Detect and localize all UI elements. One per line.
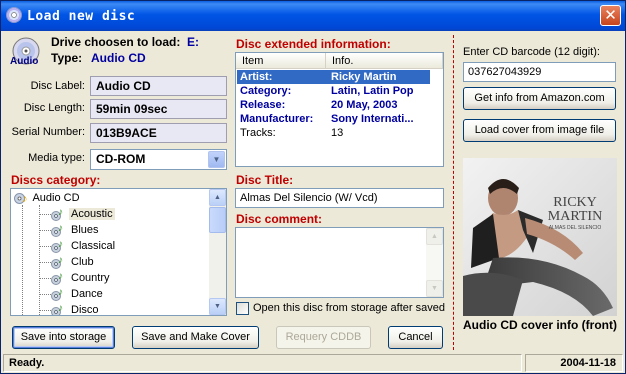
media-type-label: Media type: bbox=[28, 152, 85, 164]
music-disc-icon: ♪ bbox=[51, 223, 66, 237]
scroll-down-icon[interactable]: ▼ bbox=[426, 280, 443, 297]
requery-cddb-button[interactable]: Requery CDDB bbox=[276, 326, 371, 349]
open-storage-checkbox[interactable] bbox=[236, 302, 249, 315]
tree-item[interactable]: ♪ Acoustic bbox=[51, 206, 115, 222]
row-info: Ricky Martin bbox=[331, 71, 397, 83]
row-info: Latin, Latin Pop bbox=[331, 85, 414, 97]
extended-info-table[interactable]: Item Info. Artist: Ricky Martin Category… bbox=[235, 52, 444, 167]
disc-label-field: Audio CD bbox=[90, 76, 227, 96]
tree-root[interactable]: ♪ Audio CD bbox=[14, 190, 80, 206]
music-disc-icon: ♪ bbox=[51, 207, 66, 221]
scroll-down-icon[interactable]: ▼ bbox=[209, 298, 226, 315]
music-disc-icon: ♪ bbox=[51, 255, 66, 269]
open-storage-label[interactable]: Open this disc from storage after saved bbox=[253, 302, 445, 314]
status-bar: Ready. 2004-11-18 bbox=[1, 354, 625, 373]
load-new-disc-window: Load new disc ✕ Audio Drive choosen to l… bbox=[0, 0, 626, 374]
row-info: Sony Internati... bbox=[331, 113, 414, 125]
row-item: Category: bbox=[240, 85, 292, 97]
row-item: Release: bbox=[240, 99, 286, 111]
row-item: Artist: bbox=[240, 71, 273, 83]
cover-art-text-3: ALMAS DEL SILENCIO bbox=[549, 225, 602, 231]
row-item: Manufacturer: bbox=[240, 113, 314, 125]
tree-item-label: Disco bbox=[71, 304, 99, 316]
audio-icon-caption: Audio bbox=[10, 56, 39, 67]
disc-length-field: 59min 09sec bbox=[90, 99, 227, 119]
tree-item[interactable]: ♪ Dance bbox=[51, 286, 105, 302]
disc-comment-textarea[interactable]: ▲ ▼ bbox=[235, 227, 444, 298]
type-value: Audio CD bbox=[91, 51, 146, 65]
cancel-button[interactable]: Cancel bbox=[388, 326, 443, 349]
barcode-input[interactable]: 037627043929 bbox=[463, 62, 616, 82]
table-row[interactable]: Release: 20 May, 2003 bbox=[237, 98, 442, 112]
table-row[interactable]: Artist: Ricky Martin bbox=[237, 70, 430, 84]
scroll-up-icon[interactable]: ▲ bbox=[209, 189, 226, 206]
table-row[interactable]: Tracks: 13 bbox=[237, 126, 442, 140]
extended-info-header: Disc extended information: bbox=[236, 37, 391, 51]
save-into-storage-button[interactable]: Save into storage bbox=[12, 326, 115, 349]
table-row[interactable]: Manufacturer: Sony Internati... bbox=[237, 112, 442, 126]
music-disc-icon: ♪ bbox=[51, 271, 66, 285]
serial-number-field: 013B9ACE bbox=[90, 123, 227, 143]
cover-art-text-1: RICKY bbox=[553, 195, 597, 210]
music-disc-icon: ♪ bbox=[51, 303, 66, 315]
tree-item-label: Dance bbox=[71, 288, 103, 300]
media-type-select[interactable]: CD-ROM ▼ bbox=[90, 149, 227, 170]
tree-item[interactable]: ♪ Blues bbox=[51, 222, 101, 238]
cover-image: RICKY MARTIN ALMAS DEL SILENCIO bbox=[463, 158, 617, 316]
disc-comment-header: Disc comment: bbox=[236, 212, 323, 226]
title-bar: Load new disc ✕ bbox=[1, 1, 625, 31]
audio-cd-icon: Audio bbox=[9, 36, 43, 70]
disc-title-header: Disc Title: bbox=[236, 173, 294, 187]
col-info-header[interactable]: Info. bbox=[326, 53, 443, 69]
tree-item[interactable]: ♪ Disco bbox=[51, 302, 101, 316]
tree-root-label: Audio CD bbox=[32, 192, 80, 204]
discs-category-header: Discs category: bbox=[11, 173, 101, 187]
drive-letter: E: bbox=[187, 35, 199, 49]
cover-art-text-2: MARTIN bbox=[548, 209, 602, 224]
tree-item[interactable]: ♪ Classical bbox=[51, 238, 117, 254]
chevron-down-icon[interactable]: ▼ bbox=[208, 151, 225, 168]
disc-title-input[interactable]: Almas Del Silencio (W/ Vcd) bbox=[235, 188, 444, 208]
window-title: Load new disc bbox=[27, 9, 136, 24]
comment-scrollbar[interactable]: ▲ ▼ bbox=[426, 228, 443, 297]
section-divider bbox=[453, 35, 454, 350]
tree-item-label: Club bbox=[71, 256, 94, 268]
tree-item[interactable]: ♪ Country bbox=[51, 270, 112, 286]
tree-item-label: Acoustic bbox=[69, 208, 115, 220]
music-disc-icon: ♪ bbox=[51, 287, 66, 301]
status-text: Ready. bbox=[3, 354, 522, 372]
amazon-info-button[interactable]: Get info from Amazon.com bbox=[463, 87, 616, 110]
tree-item-label: Classical bbox=[71, 240, 116, 252]
tree-item-label: Blues bbox=[71, 224, 99, 236]
music-disc-icon: ♪ bbox=[51, 239, 66, 253]
disc-length-label: Disc Length: bbox=[23, 102, 85, 114]
cd-icon bbox=[6, 7, 22, 23]
tree-item-label: Country bbox=[71, 272, 110, 284]
tree-item[interactable]: ♪ Club bbox=[51, 254, 96, 270]
load-cover-button[interactable]: Load cover from image file bbox=[463, 119, 616, 142]
status-date: 2004-11-18 bbox=[525, 354, 623, 372]
close-button[interactable]: ✕ bbox=[600, 5, 621, 26]
barcode-label: Enter CD barcode (12 digit): bbox=[463, 46, 600, 58]
disc-label-label: Disc Label: bbox=[30, 80, 85, 92]
scroll-up-icon[interactable]: ▲ bbox=[426, 228, 443, 245]
row-item: Tracks: bbox=[240, 127, 276, 139]
drive-chosen-label: Drive choosen to load: bbox=[51, 35, 181, 49]
cover-caption: Audio CD cover info (front) bbox=[463, 318, 617, 332]
save-make-cover-button[interactable]: Save and Make Cover bbox=[132, 326, 259, 349]
folder-music-icon: ♪ bbox=[14, 191, 30, 205]
row-info: 13 bbox=[331, 127, 344, 139]
scroll-thumb[interactable] bbox=[209, 207, 226, 233]
type-label: Type: bbox=[51, 51, 83, 65]
col-item-header[interactable]: Item bbox=[236, 53, 326, 69]
row-info: 20 May, 2003 bbox=[331, 99, 398, 111]
media-type-value: CD-ROM bbox=[96, 152, 146, 166]
category-scrollbar[interactable]: ▲ ▼ bbox=[209, 189, 226, 315]
serial-number-label: Serial Number: bbox=[11, 126, 85, 138]
category-tree[interactable]: ♪ Audio CD ♪ Acoustic ♪ Blues ♪ Classical ♪… bbox=[10, 188, 227, 316]
table-row[interactable]: Category: Latin, Latin Pop bbox=[237, 84, 442, 98]
